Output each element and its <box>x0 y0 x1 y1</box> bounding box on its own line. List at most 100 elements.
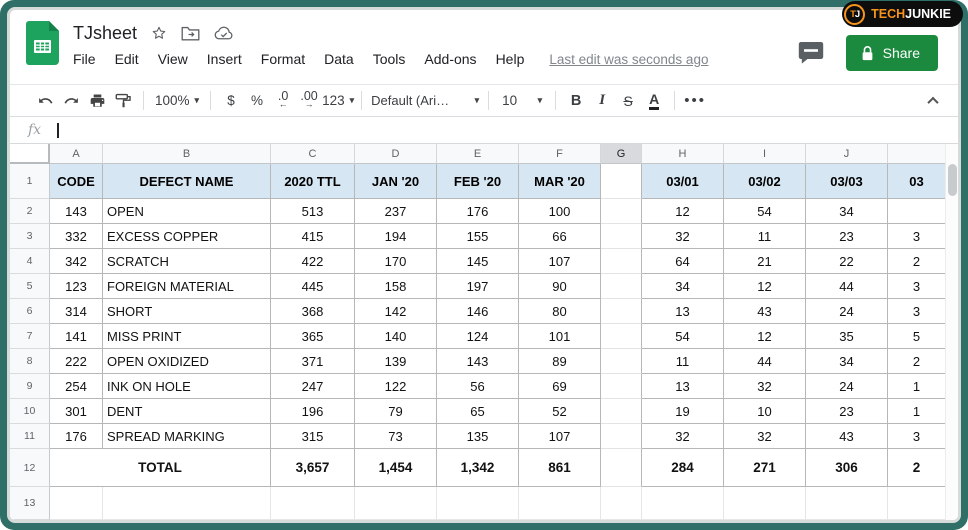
column-header-A[interactable]: A <box>50 144 103 164</box>
comment-history-icon[interactable] <box>798 41 824 65</box>
row-header-7[interactable]: 7 <box>10 324 50 349</box>
cell-D1[interactable]: JAN '20 <box>355 164 437 199</box>
menu-insert[interactable]: Insert <box>207 51 242 67</box>
menu-file[interactable]: File <box>73 51 96 67</box>
cell-K1[interactable]: 03 <box>888 164 945 199</box>
cell-A6[interactable]: 314 <box>50 299 103 324</box>
row-header-5[interactable]: 5 <box>10 274 50 299</box>
cell-A8[interactable]: 222 <box>50 349 103 374</box>
cell-E13[interactable] <box>437 487 519 520</box>
cell-K2[interactable] <box>888 199 945 224</box>
cell-D2[interactable]: 237 <box>355 199 437 224</box>
cell-H6[interactable]: 13 <box>642 299 724 324</box>
cell-F4[interactable]: 107 <box>519 249 601 274</box>
menu-view[interactable]: View <box>158 51 188 67</box>
menu-format[interactable]: Format <box>261 51 305 67</box>
cell-B13[interactable] <box>103 487 271 520</box>
cell-F8[interactable]: 89 <box>519 349 601 374</box>
cell-F12[interactable]: 861 <box>519 449 601 487</box>
cell-B10[interactable]: DENT <box>103 399 271 424</box>
bold-button[interactable]: B <box>563 88 589 114</box>
cell-G5[interactable] <box>601 274 642 299</box>
cell-H12[interactable]: 284 <box>642 449 724 487</box>
cell-I4[interactable]: 21 <box>724 249 806 274</box>
undo-button[interactable] <box>32 88 58 114</box>
cell-A12-merged[interactable]: TOTAL <box>50 449 271 487</box>
cell-D12[interactable]: 1,454 <box>355 449 437 487</box>
column-header-C[interactable]: C <box>271 144 355 164</box>
column-header-k[interactable] <box>888 144 945 164</box>
cell-C8[interactable]: 371 <box>271 349 355 374</box>
cell-B9[interactable]: INK ON HOLE <box>103 374 271 399</box>
cell-I6[interactable]: 43 <box>724 299 806 324</box>
cell-K5[interactable]: 3 <box>888 274 945 299</box>
currency-format-button[interactable]: $ <box>218 88 244 114</box>
cell-E5[interactable]: 197 <box>437 274 519 299</box>
cell-B7[interactable]: MISS PRINT <box>103 324 271 349</box>
column-header-I[interactable]: I <box>724 144 806 164</box>
cell-F1[interactable]: MAR '20 <box>519 164 601 199</box>
cell-D4[interactable]: 170 <box>355 249 437 274</box>
cell-I12[interactable]: 271 <box>724 449 806 487</box>
cell-E12[interactable]: 1,342 <box>437 449 519 487</box>
cell-H1[interactable]: 03/01 <box>642 164 724 199</box>
cell-D3[interactable]: 194 <box>355 224 437 249</box>
cell-E9[interactable]: 56 <box>437 374 519 399</box>
cell-H13[interactable] <box>642 487 724 520</box>
cell-A13[interactable] <box>50 487 103 520</box>
cell-G12[interactable] <box>601 449 642 487</box>
cell-F6[interactable]: 80 <box>519 299 601 324</box>
cell-E1[interactable]: FEB '20 <box>437 164 519 199</box>
cell-H9[interactable]: 13 <box>642 374 724 399</box>
number-format-dropdown[interactable]: 123▾ <box>322 88 354 114</box>
column-header-G[interactable]: G <box>601 144 642 164</box>
last-edit-link[interactable]: Last edit was seconds ago <box>549 52 708 67</box>
row-header-4[interactable]: 4 <box>10 249 50 274</box>
cell-K11[interactable]: 3 <box>888 424 945 449</box>
cell-K9[interactable]: 1 <box>888 374 945 399</box>
star-icon[interactable] <box>151 25 167 41</box>
cell-F9[interactable]: 69 <box>519 374 601 399</box>
cell-E8[interactable]: 143 <box>437 349 519 374</box>
cell-E2[interactable]: 176 <box>437 199 519 224</box>
cell-B11[interactable]: SPREAD MARKING <box>103 424 271 449</box>
cell-F11[interactable]: 107 <box>519 424 601 449</box>
cell-K6[interactable]: 3 <box>888 299 945 324</box>
cell-E10[interactable]: 65 <box>437 399 519 424</box>
cell-D11[interactable]: 73 <box>355 424 437 449</box>
cell-C7[interactable]: 365 <box>271 324 355 349</box>
strikethrough-button[interactable]: S <box>615 88 641 114</box>
cell-C2[interactable]: 513 <box>271 199 355 224</box>
column-header-D[interactable]: D <box>355 144 437 164</box>
cell-B3[interactable]: EXCESS COPPER <box>103 224 271 249</box>
row-header-10[interactable]: 10 <box>10 399 50 424</box>
cell-I13[interactable] <box>724 487 806 520</box>
select-all-corner[interactable] <box>10 144 50 164</box>
cell-J10[interactable]: 23 <box>806 399 888 424</box>
decrease-decimal-button[interactable]: .0← <box>270 88 296 114</box>
cell-C5[interactable]: 445 <box>271 274 355 299</box>
cell-A9[interactable]: 254 <box>50 374 103 399</box>
row-header-13[interactable]: 13 <box>10 487 50 520</box>
collapse-toolbar-button[interactable] <box>922 90 944 112</box>
row-header-3[interactable]: 3 <box>10 224 50 249</box>
scrollbar-thumb[interactable] <box>948 164 957 196</box>
cell-F10[interactable]: 52 <box>519 399 601 424</box>
cell-A11[interactable]: 176 <box>50 424 103 449</box>
cell-D5[interactable]: 158 <box>355 274 437 299</box>
menu-help[interactable]: Help <box>496 51 525 67</box>
cell-K7[interactable]: 5 <box>888 324 945 349</box>
cell-J12[interactable]: 306 <box>806 449 888 487</box>
cell-C6[interactable]: 368 <box>271 299 355 324</box>
cell-I10[interactable]: 10 <box>724 399 806 424</box>
cell-G7[interactable] <box>601 324 642 349</box>
cell-G3[interactable] <box>601 224 642 249</box>
font-family-dropdown[interactable]: Default (Ari…▾ <box>369 88 481 114</box>
vertical-scrollbar[interactable] <box>945 144 958 520</box>
cell-J1[interactable]: 03/03 <box>806 164 888 199</box>
cell-K13[interactable] <box>888 487 945 520</box>
cell-H2[interactable]: 12 <box>642 199 724 224</box>
cell-C3[interactable]: 415 <box>271 224 355 249</box>
cell-E6[interactable]: 146 <box>437 299 519 324</box>
cell-I3[interactable]: 11 <box>724 224 806 249</box>
